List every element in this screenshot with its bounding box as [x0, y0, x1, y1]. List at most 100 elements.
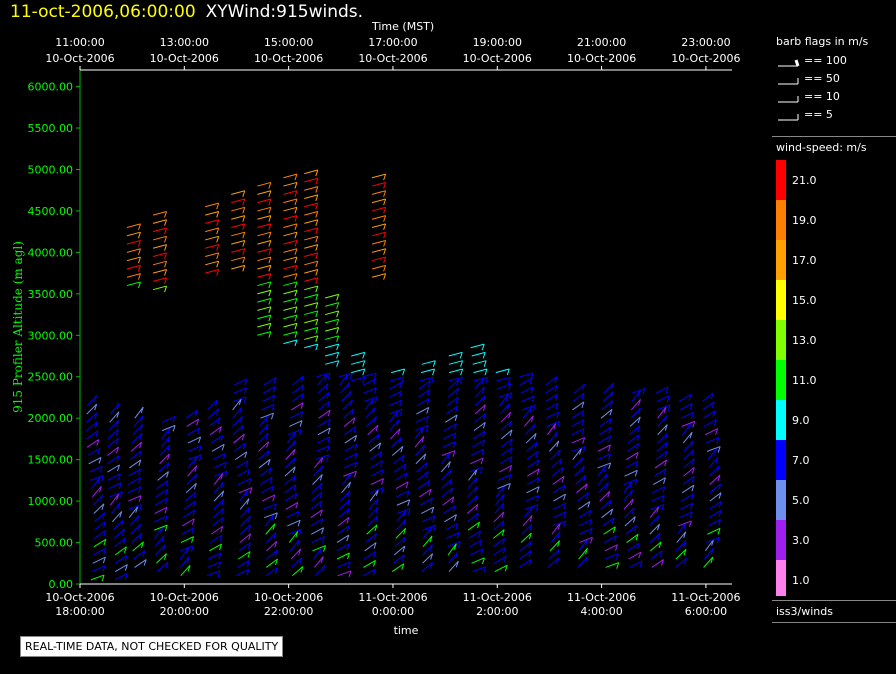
wind-barb	[627, 434, 640, 444]
barb-shaft	[257, 331, 271, 336]
wind-barb	[552, 511, 567, 519]
wind-barb	[283, 273, 298, 280]
wind-barb	[126, 231, 141, 239]
speed-scale-item: 7.0	[776, 440, 810, 480]
wind-barb	[263, 376, 277, 386]
wind-barb	[343, 408, 355, 419]
wind-barb	[421, 562, 433, 572]
wind-barb	[393, 463, 407, 473]
wind-barb	[130, 441, 143, 452]
wind-barb	[232, 407, 243, 419]
wind-barb	[368, 433, 380, 444]
barb-shaft	[205, 235, 219, 241]
barb-shaft	[371, 256, 386, 262]
wind-barb	[304, 194, 319, 202]
wind-barb	[154, 506, 168, 514]
barb-shaft	[126, 264, 141, 270]
wind-barb	[111, 511, 123, 523]
wind-barb	[126, 223, 141, 231]
wind-barb	[337, 525, 350, 535]
barb-shaft	[304, 318, 318, 324]
wind-barb	[182, 509, 196, 519]
wind-barb	[519, 550, 532, 560]
wind-barb	[336, 552, 350, 560]
wind-barb	[304, 302, 319, 309]
wind-barb	[162, 415, 176, 423]
wind-barb	[126, 256, 141, 264]
barb-shaft	[231, 198, 245, 204]
barb-shaft	[257, 231, 271, 237]
barb-shaft	[283, 190, 298, 195]
x-tick-date: 10-Oct-2006	[150, 591, 219, 604]
wind-barb	[708, 518, 722, 527]
wind-barb	[311, 482, 323, 494]
wind-barb	[283, 248, 298, 255]
barb-shaft	[304, 293, 318, 299]
barb-shaft	[325, 335, 339, 340]
wind-barb	[231, 248, 246, 255]
wind-barb	[604, 535, 618, 543]
wind-barb	[392, 554, 405, 564]
wind-barb	[210, 534, 223, 543]
wind-barb	[236, 469, 251, 477]
wind-barb	[93, 538, 107, 548]
wind-barb	[325, 351, 340, 359]
wind-barb	[441, 478, 453, 490]
wind-barb	[471, 557, 485, 564]
wind-barb	[416, 407, 430, 415]
wind-barb	[258, 458, 271, 469]
barb-shaft	[351, 368, 365, 374]
barb-shaft	[318, 418, 331, 427]
wind-barb	[284, 457, 296, 469]
wind-barb	[707, 527, 721, 535]
wind-barb	[389, 419, 400, 431]
top-tick-time: 15:00:00	[264, 36, 313, 49]
wind-barb	[304, 186, 319, 193]
speed-swatch	[776, 480, 786, 520]
wind-barb	[239, 498, 250, 510]
wind-barb	[552, 484, 566, 494]
barb-shaft	[325, 310, 339, 316]
barb-shaft	[304, 235, 318, 241]
barb-shaft	[304, 269, 318, 274]
wind-barb	[337, 516, 350, 527]
wind-barb	[602, 517, 615, 527]
wind-barb	[629, 560, 643, 568]
wind-profiler-display: 11-oct-2006,06:00:00 XYWind:915winds. Tim…	[0, 0, 896, 674]
wind-barb	[391, 445, 404, 456]
wind-barb	[553, 493, 567, 502]
speed-label: 15.0	[792, 294, 817, 307]
wind-barb	[573, 457, 584, 469]
y-tick-label: 500.00	[35, 537, 74, 550]
barb-shaft	[470, 343, 485, 349]
speed-label: 13.0	[792, 334, 817, 347]
wind-barb	[292, 375, 304, 386]
wind-barb	[709, 483, 722, 494]
barb-shaft	[239, 489, 249, 502]
wind-barb	[649, 523, 660, 535]
wind-barb	[344, 443, 358, 452]
wind-barb	[657, 424, 668, 436]
barb-shaft	[448, 360, 463, 365]
wind-barb	[94, 521, 106, 531]
wind-barb	[443, 423, 457, 432]
wind-barb	[499, 465, 513, 473]
barb-shaft	[444, 514, 457, 523]
barb-shaft	[325, 293, 339, 299]
wind-barb	[238, 542, 251, 552]
barb-shaft	[283, 264, 298, 270]
wind-barb	[371, 206, 387, 214]
speed-label: 9.0	[792, 414, 810, 427]
wind-barb	[304, 277, 319, 284]
wind-barb	[283, 198, 298, 206]
wind-barb	[496, 376, 511, 384]
wind-barb	[126, 281, 141, 289]
wind-barb	[304, 202, 319, 210]
wind-barb	[108, 482, 122, 490]
wind-barb	[290, 411, 304, 419]
wind-barb	[388, 399, 403, 407]
wind-barb	[623, 507, 635, 519]
y-tick-label: 1000.00	[28, 495, 74, 508]
wind-barb	[422, 535, 433, 548]
wind-barb	[598, 426, 612, 436]
